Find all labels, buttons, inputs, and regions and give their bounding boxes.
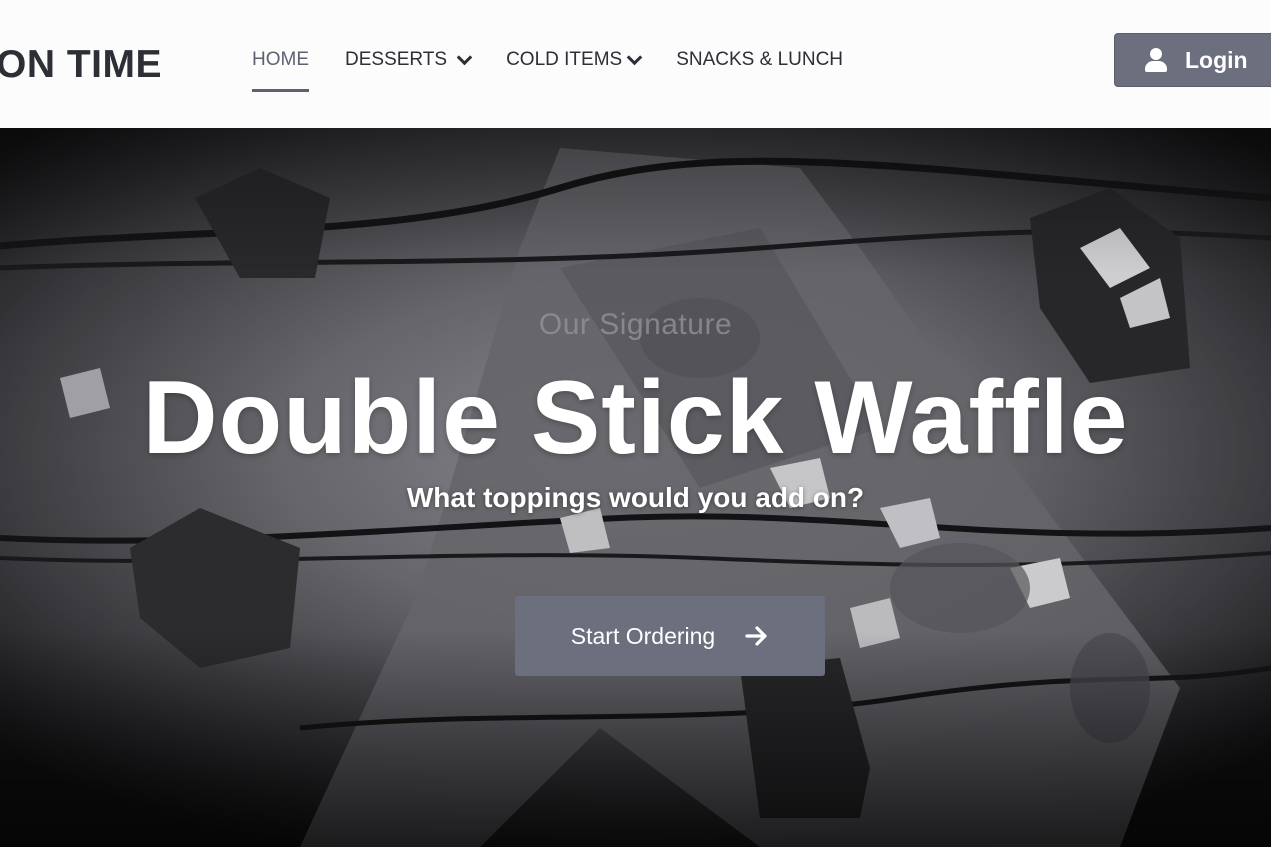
nav-item-snacks-lunch[interactable]: SNACKS & LUNCH [676, 44, 843, 76]
hero-banner: Our Signature Double Stick Waffle What t… [0, 128, 1271, 847]
chevron-down-icon [456, 49, 473, 65]
login-button[interactable]: Login [1114, 33, 1271, 87]
arrow-right-icon [745, 626, 767, 646]
active-underline [252, 89, 309, 92]
site-header: ON TIME HOME DESSERTS COLD ITEMS SNACKS … [0, 0, 1271, 128]
nav-item-desserts[interactable]: DESSERTS [345, 44, 473, 76]
brand-logo[interactable]: ON TIME [0, 41, 162, 89]
main-nav: HOME DESSERTS COLD ITEMS SNACKS & LUNCH [252, 44, 879, 92]
login-label: Login [1185, 46, 1248, 73]
start-ordering-button[interactable]: Start Ordering [515, 596, 825, 676]
nav-item-home[interactable]: HOME [252, 44, 309, 92]
user-icon [1145, 48, 1167, 72]
hero-headline: Double Stick Waffle [142, 360, 1129, 476]
chevron-down-icon [626, 49, 643, 65]
hero-subline: What toppings would you add on? [406, 482, 865, 513]
cta-label: Start Ordering [570, 622, 716, 649]
nav-item-label: HOME [252, 49, 309, 70]
nav-item-label: DESSERTS [345, 49, 448, 70]
nav-item-label: SNACKS & LUNCH [676, 49, 844, 70]
hero-eyebrow: Our Signature [538, 308, 733, 341]
nav-item-label: COLD ITEMS [506, 49, 623, 70]
nav-item-cold-items[interactable]: COLD ITEMS [506, 44, 643, 76]
